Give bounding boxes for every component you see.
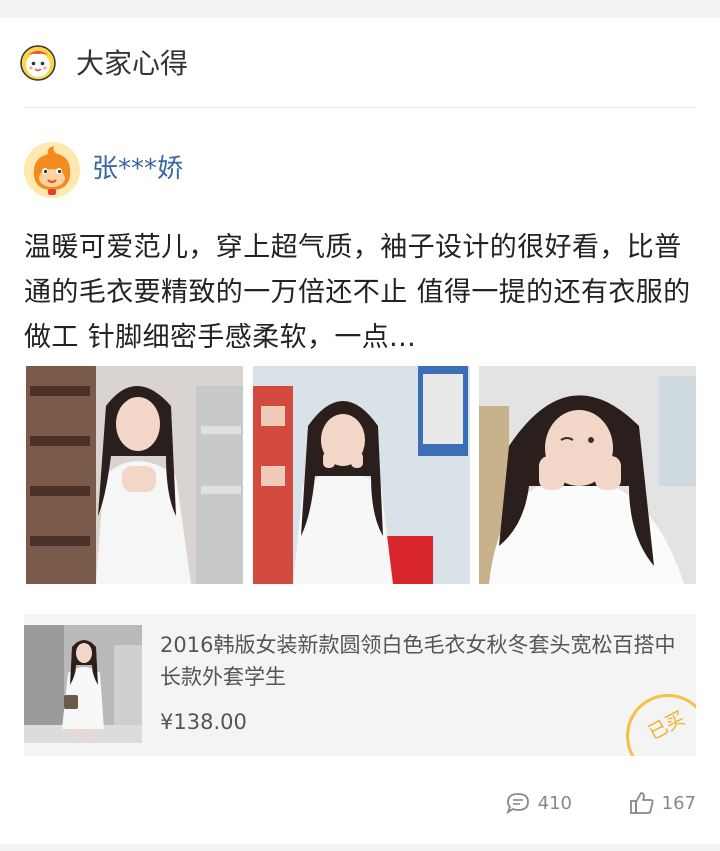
product-price: ¥138.00 [160, 710, 247, 734]
review-photo-3[interactable] [479, 366, 696, 584]
bought-badge: 已买 [626, 694, 696, 756]
comment-icon [505, 793, 529, 815]
reviewer[interactable]: 张***娇 [24, 142, 524, 200]
review-photos [26, 366, 696, 584]
like-button[interactable]: 167 [628, 788, 696, 818]
review-photo-2[interactable] [253, 366, 470, 584]
likes-count: 167 [661, 792, 696, 814]
bought-badge-label: 已买 [644, 707, 689, 745]
section-title: 大家心得 [76, 47, 189, 80]
photo-image [479, 366, 696, 584]
product-card[interactable]: 2016韩版女装新款圆领白色毛衣女秋冬套头宽松百搭中长款外套学生 ¥138.00… [24, 614, 696, 756]
comments-count: 410 [537, 792, 572, 814]
mascot-logo-icon [20, 45, 56, 81]
section-header: 大家心得 [0, 18, 720, 108]
product-title[interactable]: 2016韩版女装新款圆领白色毛衣女秋冬套头宽松百搭中长款外套学生 [160, 629, 690, 693]
review-stats: 410 167 [396, 788, 696, 818]
review-text[interactable]: 温暖可爱范儿，穿上超气质，袖子设计的很好看，比普通的毛衣要精致的一万倍还不止 值… [24, 225, 698, 360]
photo-image [253, 366, 470, 584]
comments-button[interactable]: 410 [504, 788, 572, 818]
product-thumbnail[interactable] [24, 625, 142, 743]
avatar[interactable] [24, 142, 80, 198]
thumbs-up-icon [629, 792, 654, 814]
photo-image [26, 366, 243, 584]
review-photo-1[interactable] [26, 366, 243, 584]
product-image [24, 625, 142, 743]
header-divider [24, 107, 696, 108]
experience-card: 大家心得 张***娇 温暖可爱范儿，穿上超气质，袖子设计的很好看，比普通的毛衣要… [0, 18, 720, 844]
orange-mascot-avatar-icon [24, 142, 80, 198]
reviewer-name[interactable]: 张***娇 [92, 152, 183, 186]
